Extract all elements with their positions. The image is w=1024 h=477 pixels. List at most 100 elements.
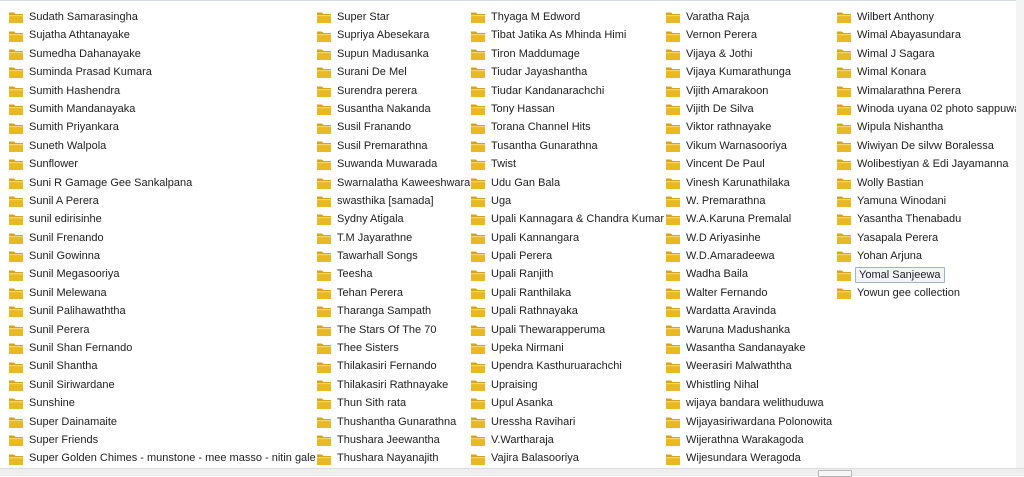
folder-item[interactable]: Sujatha Athtanayake — [8, 26, 318, 44]
folder-item[interactable]: Swarnalatha Kaweeshwara — [316, 174, 472, 192]
folder-item[interactable]: Teesha — [316, 265, 472, 283]
folder-item[interactable]: Wimal Konara — [836, 63, 1022, 81]
folder-item[interactable]: Thushara Jeewantha — [316, 431, 472, 449]
folder-item[interactable]: Yomal Sanjeewa — [836, 265, 1022, 283]
folder-item[interactable]: Wijayasiriwardana Polonowita — [665, 413, 834, 431]
folder-item[interactable]: Sumedha Dahanayake — [8, 45, 318, 63]
folder-item[interactable]: Upendra Kasthuruarachchi — [470, 357, 666, 375]
folder-item[interactable]: Vajira Balasooriya — [470, 449, 666, 467]
folder-item[interactable]: Tharanga Sampath — [316, 302, 472, 320]
folder-item[interactable]: Yohan Arjuna — [836, 247, 1022, 265]
folder-item[interactable]: Wimal J Sagara — [836, 45, 1022, 63]
folder-item[interactable]: Sumith Hashendra — [8, 82, 318, 100]
folder-item[interactable]: Torana Channel Hits — [470, 118, 666, 136]
folder-item[interactable]: Vincent De Paul — [665, 155, 834, 173]
folder-item[interactable]: Susil Franando — [316, 118, 472, 136]
folder-item[interactable]: Sudath Samarasingha — [8, 8, 318, 26]
folder-item[interactable]: Weerasiri Malwaththa — [665, 357, 834, 375]
folder-item[interactable]: Wadha Baila — [665, 265, 834, 283]
folder-item[interactable]: Surendra perera — [316, 82, 472, 100]
folder-item[interactable]: Tiron Maddumage — [470, 45, 666, 63]
folder-item[interactable]: Sunflower — [8, 155, 318, 173]
folder-item[interactable]: Wardatta Aravinda — [665, 302, 834, 320]
folder-item[interactable]: Waruna Madushanka — [665, 321, 834, 339]
folder-item[interactable]: Thyaga M Edword — [470, 8, 666, 26]
folder-item[interactable]: Wimalarathna Perera — [836, 82, 1022, 100]
folder-item[interactable]: Sunil Siriwardane — [8, 376, 318, 394]
folder-item[interactable]: swasthika [samada] — [316, 192, 472, 210]
folder-item[interactable]: Yasapala Perera — [836, 229, 1022, 247]
folder-item[interactable]: Sunil Shan Fernando — [8, 339, 318, 357]
folder-item[interactable]: Sumith Mandanayaka — [8, 100, 318, 118]
folder-item[interactable]: Super Golden Chimes - munstone - mee mas… — [8, 449, 318, 467]
folder-item[interactable]: Super Friends — [8, 431, 318, 449]
folder-item[interactable]: Wijerathna Warakagoda — [665, 431, 834, 449]
folder-item[interactable]: Super Star — [316, 8, 472, 26]
folder-item[interactable]: Upali Kannangara — [470, 229, 666, 247]
folder-item[interactable]: Supun Madusanka — [316, 45, 472, 63]
folder-item[interactable]: Thun Sith rata — [316, 394, 472, 412]
folder-item[interactable]: W.D.Amaradeewa — [665, 247, 834, 265]
folder-item[interactable]: Upraising — [470, 376, 666, 394]
folder-item[interactable]: Tiudar Jayashantha — [470, 63, 666, 81]
folder-item[interactable]: Supriya Abesekara — [316, 26, 472, 44]
folder-item[interactable]: Varatha Raja — [665, 8, 834, 26]
folder-item[interactable]: W.D Ariyasinhe — [665, 229, 834, 247]
folder-item[interactable]: Sunil A Perera — [8, 192, 318, 210]
folder-item[interactable]: Winoda uyana 02 photo sappuwa — [836, 100, 1022, 118]
folder-item[interactable]: Vinesh Karunathilaka — [665, 174, 834, 192]
folder-item[interactable]: Thilakasiri Rathnayake — [316, 376, 472, 394]
folder-item[interactable]: The Stars Of The 70 — [316, 321, 472, 339]
folder-item[interactable]: Thee Sisters — [316, 339, 472, 357]
folder-item[interactable]: Tehan Perera — [316, 284, 472, 302]
folder-item[interactable]: Twist — [470, 155, 666, 173]
folder-item[interactable]: Vernon Perera — [665, 26, 834, 44]
folder-item[interactable]: W. Premarathna — [665, 192, 834, 210]
folder-item[interactable]: Upali Rathnayaka — [470, 302, 666, 320]
folder-item[interactable]: Thushantha Gunarathna — [316, 413, 472, 431]
folder-item[interactable]: Vijaya Kumarathunga — [665, 63, 834, 81]
folder-item[interactable]: Uressha Ravihari — [470, 413, 666, 431]
folder-item[interactable]: Vijith De Silva — [665, 100, 834, 118]
folder-item[interactable]: Viktor rathnayake — [665, 118, 834, 136]
horizontal-scrollbar-thumb[interactable] — [818, 470, 852, 477]
folder-item[interactable]: Suminda Prasad Kumara — [8, 63, 318, 81]
folder-item[interactable]: Wijesundara Weragoda — [665, 449, 834, 467]
folder-item[interactable]: Sunil Palihawaththa — [8, 302, 318, 320]
folder-item[interactable]: Upali Thewarapperuma — [470, 321, 666, 339]
folder-item[interactable]: Yowun gee collection — [836, 284, 1022, 302]
folder-item[interactable]: Wilbert Anthony — [836, 8, 1022, 26]
folder-item[interactable]: Sunil Frenando — [8, 229, 318, 247]
folder-item[interactable]: Tony Hassan — [470, 100, 666, 118]
folder-item[interactable]: Walter Fernando — [665, 284, 834, 302]
folder-item[interactable]: Tibat Jatika As Mhinda Himi — [470, 26, 666, 44]
folder-item[interactable]: Upul Asanka — [470, 394, 666, 412]
folder-item[interactable]: Tawarhall Songs — [316, 247, 472, 265]
folder-item[interactable]: Yamuna Winodani — [836, 192, 1022, 210]
folder-item[interactable]: Upali Ranjith — [470, 265, 666, 283]
folder-item[interactable]: Vijith Amarakoon — [665, 82, 834, 100]
folder-item[interactable]: Uga — [470, 192, 666, 210]
folder-item[interactable]: Susantha Nakanda — [316, 100, 472, 118]
folder-item[interactable]: Super Dainamaite — [8, 413, 318, 431]
folder-item[interactable]: Susil Premarathna — [316, 137, 472, 155]
folder-item[interactable]: Sunil Megasooriya — [8, 265, 318, 283]
folder-item[interactable]: Sunil Shantha — [8, 357, 318, 375]
folder-item[interactable]: Sunil Melewana — [8, 284, 318, 302]
folder-item[interactable]: Sunil Perera — [8, 321, 318, 339]
folder-item[interactable]: Vijaya & Jothi — [665, 45, 834, 63]
folder-item[interactable]: Wimal Abayasundara — [836, 26, 1022, 44]
folder-item[interactable]: Suneth Walpola — [8, 137, 318, 155]
folder-item[interactable]: Wiwiyan De silvw Boralessa — [836, 137, 1022, 155]
folder-item[interactable]: Tusantha Gunarathna — [470, 137, 666, 155]
folder-item[interactable]: Yasantha Thenabadu — [836, 210, 1022, 228]
folder-item[interactable]: Thilakasiri Fernando — [316, 357, 472, 375]
folder-item[interactable]: sunil edirisinhe — [8, 210, 318, 228]
folder-item[interactable]: Upali Perera — [470, 247, 666, 265]
folder-item[interactable]: Surani De Mel — [316, 63, 472, 81]
folder-item[interactable]: Wasantha Sandanayake — [665, 339, 834, 357]
folder-item[interactable]: Thushara Nayanajith — [316, 449, 472, 467]
folder-item[interactable]: Sumith Priyankara — [8, 118, 318, 136]
folder-item[interactable]: V.Wartharaja — [470, 431, 666, 449]
folder-item[interactable]: Upeka Nirmani — [470, 339, 666, 357]
